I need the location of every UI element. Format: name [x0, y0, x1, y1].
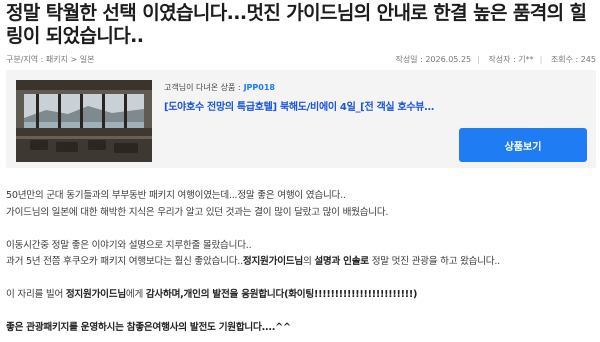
text-span: 이 자리를 빌어: [6, 289, 66, 300]
guide-praise-bold: 설명과 인솔로: [314, 256, 369, 267]
hotel-lobby-image: [16, 80, 152, 162]
text-span: 정말 멋진 관광을 하고 왔습니다..: [368, 256, 501, 267]
guide-name-bold: 정지원가이드님: [242, 256, 303, 267]
post-title: 정말 탁월한 선택 이였습니다...멋진 가이드님의 안내로 한결 높은 품격의…: [6, 2, 587, 47]
content-line: 좋은 관광패키지를 운영하시는 참좋은여행사의 발전도 기원합니다....^^: [6, 322, 291, 333]
review-page: 정말 탁월한 선택 이였습니다...멋진 가이드님의 안내로 한결 높은 품격의…: [0, 0, 600, 342]
view-product-button[interactable]: 상품보기: [459, 128, 587, 162]
content-line: 이동시간중 정말 좋은 이야기와 설명으로 지루한줄 몰랐습니다..: [6, 239, 252, 251]
post-author: 작성자 : 기**: [488, 54, 534, 64]
text-span: 의: [302, 256, 315, 267]
product-prefix: 고객님이 다녀온 상품 :: [164, 83, 241, 92]
content-line: 과거 5년 전쯤 후쿠오카 패키지 여행보다는 훨신 좋았습니다..정지원가이드…: [6, 254, 596, 271]
review-content: 50년만의 군대 동기들과의 부부동반 패키지 여행이였는데...정말 좋은 여…: [6, 188, 596, 337]
content-line: 50년만의 군대 동기들과의 부부동반 패키지 여행이였는데...정말 좋은 여…: [6, 190, 346, 201]
text-span: 에게: [125, 289, 146, 300]
breadcrumb: 구분/지역 : 패키지 > 일본: [6, 54, 95, 64]
content-line: 이 자리를 빌어 정지원가이드님에게 감사하며,개인의 발전을 응원합니다(화이…: [6, 287, 596, 304]
post-info: 작성일 : 2026.05.25 | 작성자 : 기** | 조회수 : 245: [389, 54, 596, 65]
divider: |: [477, 54, 480, 64]
divider: |: [539, 54, 543, 64]
post-views: 조회수 : 245: [550, 54, 596, 64]
post-date: 작성일 : 2026.05.25: [395, 54, 472, 64]
product-visited-label: 고객님이 다녀온 상품 : JPP018: [164, 82, 275, 93]
product-name-link[interactable]: [도야호수 전망의 특급호텔] 북해도/비에이 4일_[전 객실 호수뷰+시내 …: [164, 98, 440, 113]
post-meta: 구분/지역 : 패키지 > 일본 작성일 : 2026.05.25 | 작성자 :…: [6, 52, 596, 66]
content-line: 가이드님의 일본에 대한 해박한 지식은 우리가 알고 있던 것과는 결이 많이…: [6, 206, 389, 218]
text-span: 과거 5년 전쯤 후쿠오카 패키지 여행보다는 훨신 좋았습니다..: [6, 256, 243, 267]
product-card: 고객님이 다녀온 상품 : JPP018 [도야호수 전망의 특급호텔] 북해도/…: [6, 70, 596, 168]
product-thumbnail[interactable]: [16, 80, 152, 162]
product-code: JPP018: [243, 83, 275, 92]
guide-name-bold: 정지원가이드님: [65, 289, 126, 300]
thanks-bold: 감사하며,개인의 발전을 응원합니다(화이팅!!!!!!!!!!!!!!!!!!…: [145, 289, 418, 300]
